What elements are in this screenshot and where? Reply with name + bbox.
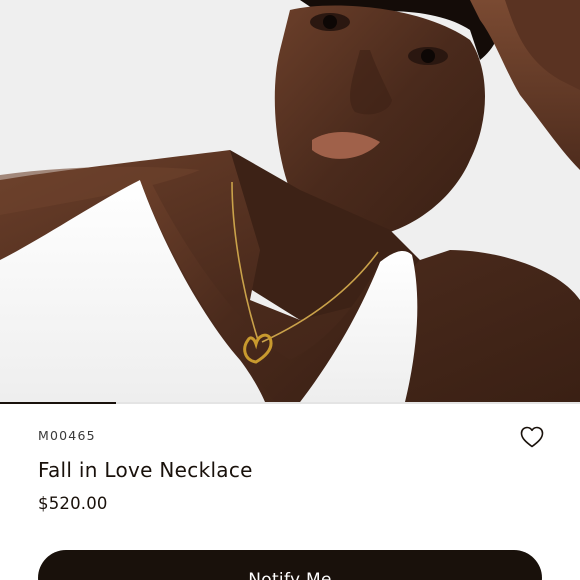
heart-outline-icon [520, 426, 544, 452]
product-image[interactable] [0, 0, 580, 402]
product-name: Fall in Love Necklace [38, 458, 253, 482]
notify-me-button[interactable]: Notify Me [38, 550, 542, 580]
product-sku: M00465 [38, 428, 96, 443]
model-photo [0, 0, 580, 402]
product-price: $520.00 [38, 494, 108, 513]
product-details: M00465 Fall in Love Necklace $520.00 Not… [0, 404, 580, 580]
wishlist-button[interactable] [516, 424, 548, 454]
